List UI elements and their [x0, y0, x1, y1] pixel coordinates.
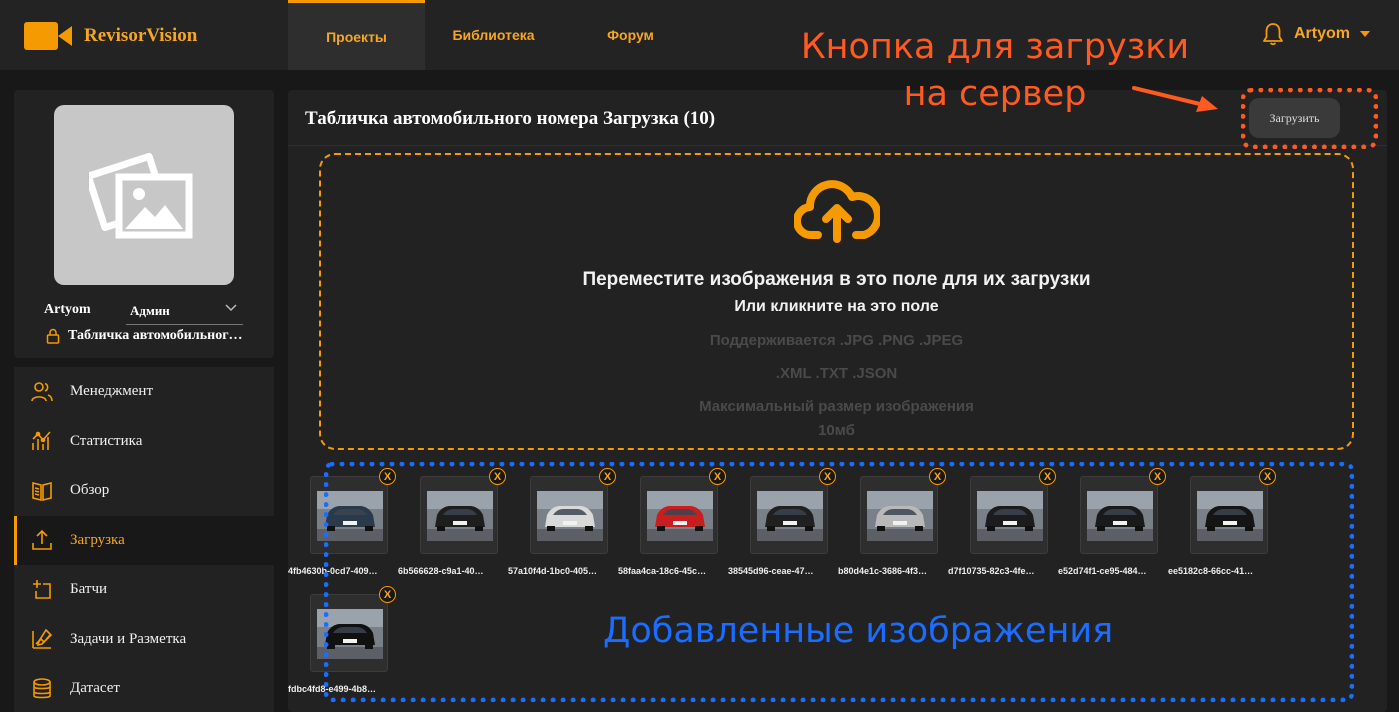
sidebar-item-label: Задачи и Разметка: [70, 630, 187, 647]
sidebar-item-label: Батчи: [70, 581, 108, 598]
sidebar-item-management[interactable]: Менеджмент: [14, 367, 274, 417]
camera-logo-icon: [24, 22, 74, 50]
chevron-down-icon: [225, 304, 237, 312]
profile-card: Artyom Админ Табличка автомобильног…: [14, 90, 274, 358]
database-icon: [33, 677, 51, 699]
profile-name: Artyom: [44, 302, 91, 317]
tab-library[interactable]: Библиотека: [425, 0, 562, 70]
book-icon: [32, 481, 52, 501]
app-logo[interactable]: RevisorVision: [24, 22, 197, 50]
sidebar-item-statistics[interactable]: Статистика: [14, 416, 274, 466]
stats-icon: [32, 431, 51, 451]
sidebar-item-label: Статистика: [70, 432, 143, 449]
role-select[interactable]: Админ: [126, 300, 243, 325]
caret-down-icon: [1360, 31, 1371, 37]
sidebar-item-overview[interactable]: Обзор: [14, 466, 274, 516]
lock-icon: [46, 328, 60, 344]
sidebar-item-label: Загрузка: [70, 531, 125, 548]
avatar[interactable]: [54, 105, 234, 285]
project-name: Табличка автомобильног…: [68, 328, 243, 343]
cloud-upload-icon: [794, 180, 880, 243]
bell-icon[interactable]: [1262, 22, 1284, 46]
file-dropzone[interactable]: Переместите изображения в это поле для и…: [319, 153, 1354, 450]
added-images-note: Добавленные изображения: [603, 611, 1114, 651]
sidebar-item-batches[interactable]: Батчи: [14, 565, 274, 615]
max-size-value: 10мб: [818, 422, 855, 439]
sidebar-item-label: Датасет: [70, 680, 120, 697]
added-images-highlight: [324, 462, 1354, 702]
sidebar: Artyom Админ Табличка автомобильног… Мен…: [14, 90, 274, 712]
upload-button-highlight: [1241, 88, 1378, 149]
header-divider: [288, 145, 1387, 146]
users-icon: [31, 381, 53, 401]
sidebar-item-tasks[interactable]: Задачи и Разметка: [14, 614, 274, 664]
batch-add-icon: [33, 579, 51, 599]
upload-icon: [32, 530, 52, 551]
image-placeholder-icon: [89, 152, 193, 239]
role-value: Админ: [130, 303, 170, 318]
supported-formats-2: .XML .TXT .JSON: [775, 365, 898, 382]
user-menu[interactable]: Artyom: [1262, 22, 1371, 46]
sidebar-item-label: Обзор: [70, 482, 110, 499]
tasks-icon: [32, 628, 53, 650]
sidebar-item-dataset[interactable]: Датасет: [14, 664, 274, 712]
tab-forum[interactable]: Форум: [562, 0, 699, 70]
supported-formats-1: Поддерживается .JPG .PNG .JPEG: [709, 332, 964, 349]
app-name: RevisorVision: [84, 25, 198, 46]
page-title: Табличка автомобильного номера Загрузка …: [305, 108, 716, 129]
tab-projects[interactable]: Проекты: [288, 0, 425, 70]
user-name: Artyom: [1294, 25, 1351, 42]
main-nav: Проекты Библиотека Форум: [288, 0, 699, 70]
dropzone-subtitle: Или кликните на это поле: [734, 298, 939, 315]
sidebar-item-upload[interactable]: Загрузка: [14, 515, 274, 565]
current-project: Табличка автомобильног…: [46, 328, 243, 344]
max-size-label: Максимальный размер изображения: [699, 398, 974, 415]
sidebar-item-label: Менеджмент: [70, 383, 154, 400]
sidebar-menu: Менеджмент Статистика Обзор Загрузка Бат…: [14, 367, 274, 712]
arrow-icon: [1132, 86, 1218, 112]
dropzone-title: Переместите изображения в это поле для и…: [582, 269, 1091, 290]
